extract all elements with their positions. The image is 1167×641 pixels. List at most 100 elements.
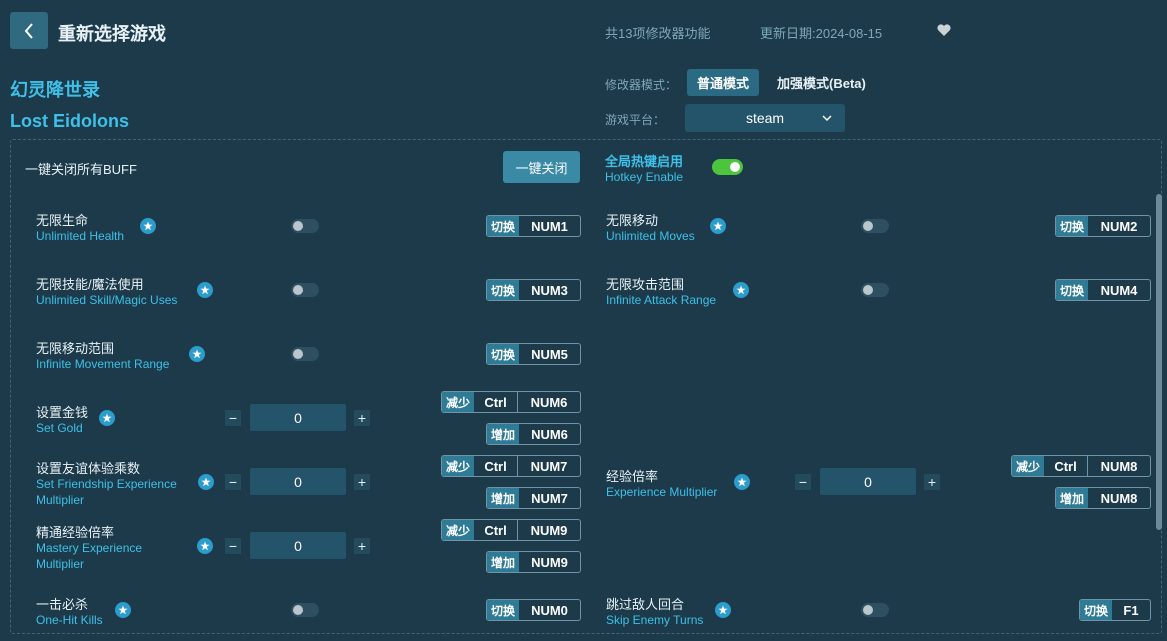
star-icon[interactable] bbox=[733, 282, 749, 298]
close-all-label: 一键关闭所有BUFF bbox=[25, 162, 137, 177]
toggle-tag: 切换 bbox=[487, 280, 520, 300]
cheat-label: 无限攻击范围 bbox=[606, 277, 685, 292]
hotkey-key: NUM6 bbox=[531, 426, 568, 442]
star-icon[interactable] bbox=[197, 538, 213, 554]
increase-hotkey[interactable]: 增加 NUM7 bbox=[486, 487, 581, 509]
hotkey-key: NUM2 bbox=[1100, 218, 1138, 234]
hotkey-key: NUM9 bbox=[517, 520, 580, 540]
hotkey-key: NUM6 bbox=[517, 392, 580, 412]
hotkey-tag[interactable]: 切换 F1 bbox=[1079, 599, 1151, 621]
hotkey-enable-label: 全局热键启用 bbox=[605, 154, 684, 169]
increase-hotkey[interactable]: 增加 NUM9 bbox=[486, 551, 581, 573]
star-icon[interactable] bbox=[715, 602, 731, 618]
cheat-toggle[interactable] bbox=[291, 347, 319, 361]
value-input[interactable]: 0 bbox=[250, 532, 346, 559]
star-icon[interactable] bbox=[189, 346, 205, 362]
cheat-label: 设置友谊体验乘数 bbox=[36, 461, 141, 476]
hotkey-enable-toggle[interactable] bbox=[712, 159, 743, 175]
cheat-sublabel: Infinite Movement Range bbox=[36, 357, 170, 371]
increment-button[interactable]: + bbox=[354, 538, 370, 554]
heart-icon bbox=[937, 24, 951, 36]
hotkey-key: NUM8 bbox=[1087, 456, 1150, 476]
hotkey-tag[interactable]: 切换 NUM5 bbox=[486, 343, 581, 365]
hotkey-key: NUM1 bbox=[531, 218, 568, 234]
cheat-label: 无限移动 bbox=[606, 213, 659, 228]
cheat-sublabel: Unlimited Moves bbox=[606, 229, 695, 243]
star-icon[interactable] bbox=[197, 282, 213, 298]
hotkey-key: NUM7 bbox=[531, 490, 568, 506]
decrease-tag: 减少 bbox=[442, 392, 475, 412]
value-input[interactable]: 0 bbox=[250, 404, 346, 431]
platform-value: steam bbox=[745, 110, 785, 126]
cheat-sublabel: Set Friendship Experience bbox=[36, 477, 177, 491]
decrease-hotkey[interactable]: 减少 Ctrl NUM8 bbox=[1011, 455, 1151, 477]
decrease-tag: 减少 bbox=[1012, 456, 1045, 476]
cheat-toggle[interactable] bbox=[291, 219, 319, 233]
mode-label: 修改器模式： bbox=[605, 78, 678, 92]
cheat-sublabel: One-Hit Kills bbox=[36, 613, 103, 627]
cheat-sublabel-line2: Multiplier bbox=[36, 557, 85, 571]
platform-select[interactable]: steam bbox=[685, 104, 845, 132]
update-date: 更新日期:2024-08-15 bbox=[760, 26, 883, 41]
favorite-button[interactable] bbox=[936, 22, 952, 43]
toggle-tag: 切换 bbox=[1056, 280, 1089, 300]
cheat-label: 跳过敌人回合 bbox=[606, 597, 685, 612]
decrement-button[interactable]: − bbox=[225, 474, 241, 490]
ctrl-key: Ctrl bbox=[484, 458, 507, 474]
cheat-sublabel: Unlimited Skill/Magic Uses bbox=[36, 293, 178, 307]
star-icon[interactable] bbox=[734, 474, 750, 490]
cheat-panel bbox=[10, 139, 1162, 634]
ctrl-key: Ctrl bbox=[1054, 458, 1077, 474]
cheat-sublabel: Set Gold bbox=[36, 421, 83, 435]
star-icon[interactable] bbox=[115, 602, 131, 618]
decrease-hotkey[interactable]: 减少 Ctrl NUM6 bbox=[441, 391, 581, 413]
chevron-down-icon bbox=[822, 115, 832, 122]
cheat-label: 无限技能/魔法使用 bbox=[36, 277, 144, 292]
decrement-button[interactable]: − bbox=[225, 538, 241, 554]
hotkey-key: NUM3 bbox=[531, 282, 568, 298]
hotkey-key: NUM0 bbox=[531, 602, 568, 618]
enhanced-mode-button[interactable]: 加强模式(Beta) bbox=[767, 69, 876, 96]
cheat-sublabel: Infinite Attack Range bbox=[606, 293, 717, 307]
close-all-button[interactable]: 一键关闭 bbox=[503, 151, 580, 183]
hotkey-tag[interactable]: 切换 NUM2 bbox=[1055, 215, 1151, 237]
hotkey-tag[interactable]: 切换 NUM4 bbox=[1055, 279, 1151, 301]
star-icon[interactable] bbox=[710, 218, 726, 234]
increment-button[interactable]: + bbox=[924, 474, 940, 490]
hotkey-tag[interactable]: 切换 NUM1 bbox=[486, 215, 581, 237]
star-icon[interactable] bbox=[99, 410, 115, 426]
decrement-button[interactable]: − bbox=[795, 474, 811, 490]
cheat-toggle[interactable] bbox=[861, 283, 889, 297]
cheat-toggle[interactable] bbox=[861, 219, 889, 233]
cheat-toggle[interactable] bbox=[291, 283, 319, 297]
cheat-label: 经验倍率 bbox=[606, 469, 659, 484]
decrement-button[interactable]: − bbox=[225, 410, 241, 426]
platform-label: 游戏平台： bbox=[605, 113, 666, 127]
feature-count: 共13项修改器功能 bbox=[605, 26, 711, 41]
back-button[interactable] bbox=[10, 12, 48, 49]
cheat-toggle[interactable] bbox=[291, 603, 319, 617]
hotkey-tag[interactable]: 切换 NUM0 bbox=[486, 599, 581, 621]
toggle-tag: 切换 bbox=[487, 216, 520, 236]
increase-hotkey[interactable]: 增加 NUM6 bbox=[486, 423, 581, 445]
hotkey-key: NUM9 bbox=[531, 554, 568, 570]
increase-hotkey[interactable]: 增加 NUM8 bbox=[1055, 487, 1151, 509]
decrease-hotkey[interactable]: 减少 Ctrl NUM7 bbox=[441, 455, 581, 477]
game-name-en: Lost Eidolons bbox=[10, 111, 129, 131]
hotkey-key: F1 bbox=[1123, 602, 1139, 618]
scrollbar[interactable] bbox=[1156, 194, 1162, 530]
value-input[interactable]: 0 bbox=[820, 468, 916, 495]
increase-tag: 增加 bbox=[487, 552, 520, 572]
increment-button[interactable]: + bbox=[354, 474, 370, 490]
star-icon[interactable] bbox=[198, 474, 214, 490]
star-icon[interactable] bbox=[140, 218, 156, 234]
hotkey-tag[interactable]: 切换 NUM3 bbox=[486, 279, 581, 301]
hotkey-key: NUM5 bbox=[531, 346, 568, 362]
value-input[interactable]: 0 bbox=[250, 468, 346, 495]
cheat-sublabel-line2: Multiplier bbox=[36, 493, 85, 507]
cheat-toggle[interactable] bbox=[861, 603, 889, 617]
toggle-tag: 切换 bbox=[1080, 600, 1113, 620]
normal-mode-button[interactable]: 普通模式 bbox=[687, 69, 760, 96]
decrease-hotkey[interactable]: 减少 Ctrl NUM9 bbox=[441, 519, 581, 541]
increment-button[interactable]: + bbox=[354, 410, 370, 426]
